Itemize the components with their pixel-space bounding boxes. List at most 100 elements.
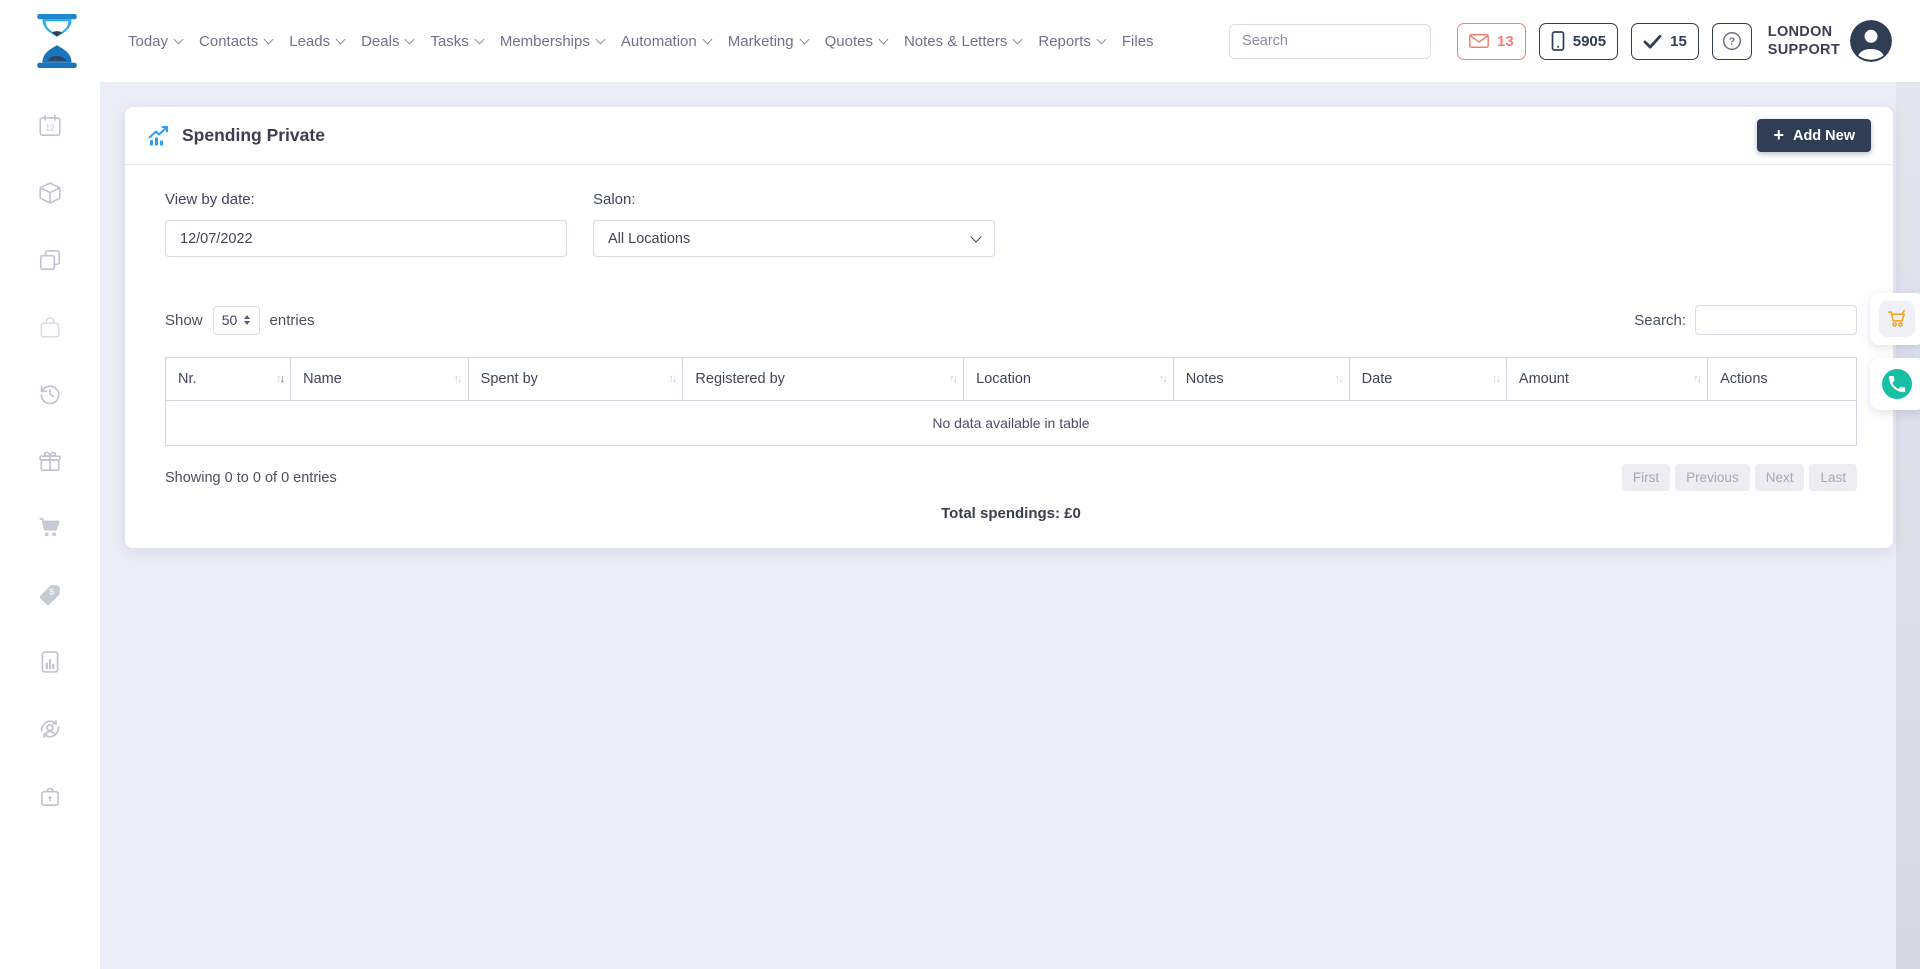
logo-top-bar: [37, 14, 76, 19]
question-mark-icon: ?: [1721, 30, 1743, 52]
nav-memberships[interactable]: Memberships: [500, 33, 604, 50]
nav-reports-label: Reports: [1038, 33, 1091, 50]
tasks-badge[interactable]: 15: [1631, 23, 1699, 60]
account-sync-icon[interactable]: [36, 715, 64, 743]
svg-text:?: ?: [1729, 36, 1735, 48]
history-icon[interactable]: [36, 380, 64, 408]
checkmark-icon: [1643, 34, 1662, 49]
nav-leads-label: Leads: [289, 33, 330, 50]
package-icon[interactable]: [36, 179, 64, 207]
gift-icon[interactable]: [36, 447, 64, 475]
column-header-location[interactable]: Location↑↓: [964, 358, 1174, 401]
chevron-down-icon: [174, 34, 184, 44]
nav-tasks-label: Tasks: [430, 33, 468, 50]
column-header-actions: Actions: [1708, 358, 1857, 401]
pagination-last-button[interactable]: Last: [1809, 464, 1857, 491]
nav-leads[interactable]: Leads: [289, 33, 344, 50]
table-controls: Show 50 entries Search:: [165, 305, 1857, 335]
pagination-first-button[interactable]: First: [1622, 464, 1670, 491]
sort-icon: ↑↓: [1335, 373, 1342, 385]
nav-contacts-label: Contacts: [199, 33, 258, 50]
app-logo-hourglass-icon[interactable]: [34, 14, 80, 68]
nav-today-label: Today: [128, 33, 168, 50]
envelope-icon: [1469, 34, 1489, 48]
sort-icon: ↑↓: [949, 373, 956, 385]
user-name-line2: SUPPORT: [1768, 41, 1840, 59]
price-tag-icon[interactable]: $: [36, 581, 64, 609]
entries-label: entries: [270, 312, 315, 329]
date-filter-group: View by date:: [165, 191, 567, 257]
nav-today[interactable]: Today: [128, 33, 182, 50]
salon-select-value: All Locations: [608, 231, 690, 247]
report-chart-icon[interactable]: [36, 648, 64, 676]
column-header-notes[interactable]: Notes ↑↓: [1173, 358, 1349, 401]
nav-files[interactable]: Files: [1122, 33, 1154, 50]
column-header-registered-by[interactable]: Registered by↑↓: [683, 358, 964, 401]
sidebar: 12 $: [0, 82, 100, 969]
help-button[interactable]: ?: [1712, 23, 1752, 60]
topbar: Today Contacts Leads Deals Tasks Members…: [0, 0, 1920, 82]
nav-deals-label: Deals: [361, 33, 399, 50]
shopping-bag-icon[interactable]: [36, 313, 64, 341]
nav-notes-letters[interactable]: Notes & Letters: [904, 33, 1021, 50]
cart-icon[interactable]: [36, 514, 64, 542]
date-input[interactable]: [165, 220, 567, 257]
mobile-phone-icon: [1551, 31, 1565, 51]
card-header: Spending Private + Add New: [125, 107, 1893, 165]
sort-icon: ↑↓: [276, 373, 283, 385]
nav-memberships-label: Memberships: [500, 33, 590, 50]
column-header-nr[interactable]: Nr. ↑↓: [166, 358, 291, 401]
phone-teal-icon: [1879, 366, 1915, 402]
calendar-12-icon[interactable]: 12: [36, 112, 64, 140]
column-label: Amount: [1519, 371, 1569, 387]
chevron-down-icon: [474, 34, 484, 44]
phone-badge[interactable]: 5905: [1539, 23, 1618, 60]
pagination-next-button[interactable]: Next: [1755, 464, 1805, 491]
copy-icon[interactable]: [36, 246, 64, 274]
show-entries: Show 50 entries: [165, 306, 315, 335]
cart-orange-icon: [1879, 301, 1915, 337]
add-new-button[interactable]: + Add New: [1757, 119, 1871, 152]
user-name-line1: LONDON: [1768, 23, 1840, 41]
nav-quotes[interactable]: Quotes: [825, 33, 887, 50]
table-search-input[interactable]: [1695, 305, 1857, 335]
table-search: Search:: [1634, 305, 1857, 335]
svg-text:$: $: [49, 587, 54, 597]
column-header-date[interactable]: Date↑↓: [1349, 358, 1506, 401]
phone-number: 5905: [1573, 33, 1606, 50]
filters-row: View by date: Salon: All Locations: [165, 191, 1857, 257]
sort-icon: ↑↓: [454, 373, 461, 385]
messages-badge[interactable]: 13: [1457, 23, 1526, 60]
page-size-select[interactable]: 50: [213, 306, 260, 335]
column-header-name[interactable]: Name↑↓: [291, 358, 469, 401]
floating-phone-button[interactable]: [1870, 358, 1920, 410]
floating-cart-button[interactable]: [1870, 293, 1920, 345]
nav-marketing[interactable]: Marketing: [728, 33, 808, 50]
chevron-down-icon: [799, 34, 809, 44]
pagination-previous-button[interactable]: Previous: [1675, 464, 1750, 491]
nav-tasks[interactable]: Tasks: [430, 33, 482, 50]
salon-select[interactable]: All Locations: [593, 220, 995, 257]
column-label: Notes: [1186, 371, 1224, 387]
salon-label: Salon:: [593, 191, 995, 208]
main-nav: Today Contacts Leads Deals Tasks Members…: [128, 33, 1154, 50]
plus-icon: +: [1773, 126, 1784, 144]
nav-contacts[interactable]: Contacts: [199, 33, 272, 50]
view-by-date-label: View by date:: [165, 191, 567, 208]
svg-text:12: 12: [45, 123, 55, 132]
column-label: Actions: [1720, 371, 1768, 387]
column-header-amount[interactable]: Amount↑↓: [1506, 358, 1707, 401]
nav-reports[interactable]: Reports: [1038, 33, 1105, 50]
global-search-input[interactable]: [1230, 25, 1431, 58]
spending-private-card: Spending Private + Add New View by date:…: [125, 107, 1893, 548]
show-label: Show: [165, 312, 203, 329]
column-header-spent-by[interactable]: Spent by↑↓: [468, 358, 683, 401]
column-label: Nr.: [178, 371, 197, 387]
pagination: First Previous Next Last: [1622, 464, 1857, 491]
nav-deals[interactable]: Deals: [361, 33, 413, 50]
user-menu[interactable]: LONDON SUPPORT: [1768, 20, 1892, 62]
sort-icon: ↑↓: [1492, 373, 1499, 385]
case-lock-icon[interactable]: [36, 782, 64, 810]
avatar[interactable]: [1850, 20, 1892, 62]
nav-automation[interactable]: Automation: [621, 33, 711, 50]
